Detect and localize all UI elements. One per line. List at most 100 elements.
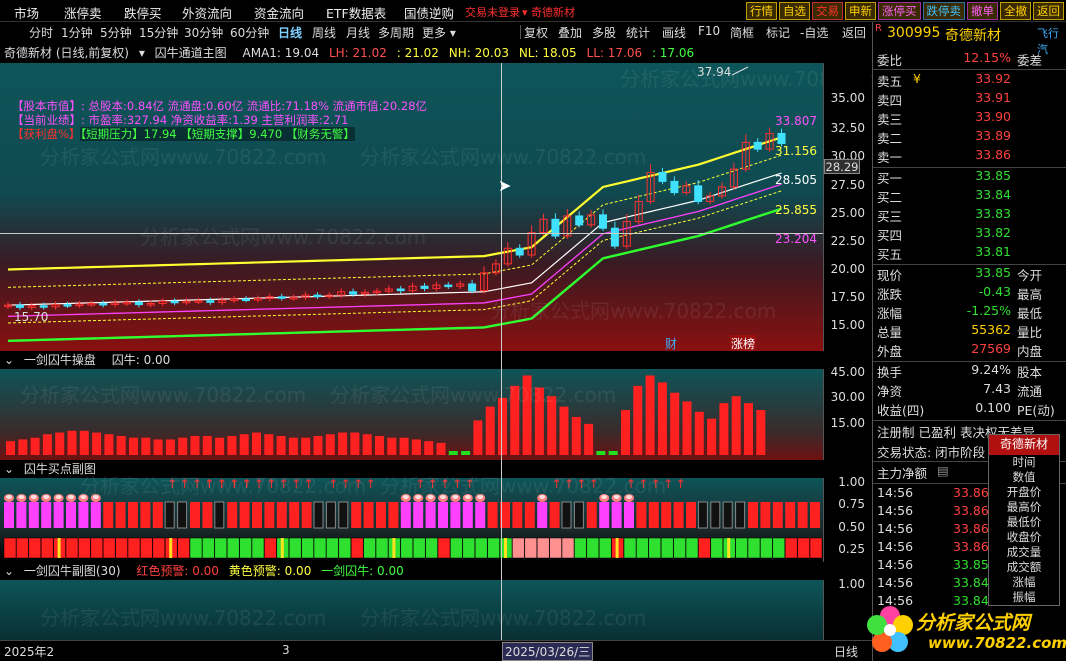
signal-empty [710, 501, 721, 529]
data-window-popup[interactable]: 奇德新材 时间 数值 开盘价 最高价 最低价 收盘价 成交量 成交额 涨幅 振幅 [988, 434, 1060, 606]
btn-ipo[interactable]: 申新 [845, 2, 876, 20]
bid-row[interactable]: 买二 33.84 [877, 187, 1063, 206]
volume-bar [485, 406, 495, 455]
marker-finance[interactable]: 财 [665, 335, 677, 352]
panel2-chart[interactable]: 分析家公式网www.70822.com 分析家公式网www.70822.com [0, 369, 823, 460]
signal-block [673, 502, 684, 528]
volume-bar [375, 435, 384, 455]
ask-row[interactable]: 卖二 33.89 [877, 128, 1063, 147]
panel4-toggle[interactable]: ⌄ 一剑囚牛副图(30) [4, 564, 127, 578]
signal-block [128, 502, 138, 528]
tab-1min[interactable]: 1分钟 [61, 24, 93, 41]
menu-etf-table[interactable]: ETF数据表 [326, 3, 386, 22]
tool-back[interactable]: 返回 [842, 24, 866, 41]
volume-bar [387, 437, 397, 455]
ask-row[interactable]: 卖一 33.86 [877, 147, 1063, 166]
btn-cancel[interactable]: 撤单 [967, 2, 998, 20]
popup-item: 成交额 [1006, 560, 1042, 574]
main-chart[interactable]: 【股本市值】: 总股本:0.84亿 流通盘:0.60亿 流通比:71.18% 流… [0, 63, 906, 352]
tab-30min[interactable]: 30分钟 [184, 24, 223, 41]
signal-block [276, 502, 287, 528]
axis-period[interactable]: 日线 [834, 643, 858, 660]
btn-limit-up-buy[interactable]: 涨停买 [878, 2, 921, 20]
signal-arrow: ↑ [676, 478, 686, 491]
signal-mark [57, 538, 61, 558]
signal-cell [177, 537, 190, 559]
indicator-name[interactable]: ▾ 囚牛通道主图 [139, 46, 233, 60]
popup-item: 最高价 [1006, 500, 1042, 514]
quote-title: R 300995 奇德新材 飞行汽 [875, 22, 1065, 56]
btn-quote[interactable]: 行情 [746, 2, 777, 20]
btn-back[interactable]: 返回 [1033, 2, 1064, 20]
menu-foreign-flow[interactable]: 外资流向 [182, 3, 232, 22]
weibi-value: 12.15% [963, 50, 1011, 65]
cursor-price: 28.29 [824, 159, 860, 174]
menu-limit-down-buy[interactable]: 跌停买 [124, 3, 162, 22]
signal-mark [615, 538, 619, 558]
bid-row[interactable]: 买五 33.81 [877, 244, 1063, 263]
tab-more[interactable]: 更多 ▾ [422, 24, 456, 41]
tab-15min[interactable]: 15分钟 [139, 24, 178, 41]
ask-row[interactable]: 卖五 ¥33.92 [877, 71, 1063, 90]
ask-label: 卖一 [877, 150, 903, 165]
bid-row[interactable]: 买四 33.82 [877, 225, 1063, 244]
panel4-chart[interactable]: 分析家公式网www.70822.com 分析家公式网www.70822.com [0, 580, 823, 640]
tool-adjust[interactable]: 复权 [524, 24, 548, 41]
menu-market[interactable]: 市场 [14, 3, 39, 22]
tool-mark[interactable]: 标记 [766, 24, 790, 41]
tool-overlay[interactable]: 叠加 [558, 24, 582, 41]
candle-body [170, 300, 179, 304]
tab-weekly[interactable]: 周线 [312, 24, 336, 41]
signal-cell [598, 537, 612, 559]
signal-cell [623, 537, 637, 559]
signal-empty [722, 501, 733, 529]
tool-multi-stock[interactable]: 多股 [592, 24, 616, 41]
ask-row[interactable]: 卖三 33.90 [877, 109, 1063, 128]
signal-cell [40, 537, 54, 559]
marker-hot-list[interactable]: 涨榜 [730, 335, 757, 352]
volume-bar [338, 432, 348, 455]
ask-label: 卖五 [877, 74, 903, 89]
volume-bar [399, 437, 409, 455]
tab-5min[interactable]: 5分钟 [100, 24, 132, 41]
popup-title: 奇德新材 [989, 435, 1059, 455]
tab-monthly[interactable]: 月线 [346, 24, 370, 41]
bid-row[interactable]: 买三 33.83 [877, 206, 1063, 225]
chevron-down-icon: ⌄ [4, 564, 18, 578]
nl-value: NL: 18.05 [518, 46, 577, 60]
panel2-toggle[interactable]: ⌄ 一剑囚牛操盘 [4, 353, 102, 367]
volume-bar [239, 434, 249, 455]
btn-trade[interactable]: 交易 [812, 2, 843, 20]
tool-simple-frame[interactable]: 简框 [730, 24, 754, 41]
panel3-chart[interactable]: ↑ ↑ ↑ ↑ ↑ ↑ ↑ ↑ ↑ ↑ ↑ ↑ ↑ ↑ ↑ ↑ ↑ ↑ ↑ ↑ ↑ ↑ ↑ ↑ ↑ ↑ ↑ ↑ ↑ ↑ ↑ ↑ ↑ ↑ 分析家公式… [0, 474, 823, 562]
tick-time: 14:56 [877, 521, 914, 536]
signal-cell [549, 537, 562, 559]
tab-daily[interactable]: 日线 [278, 24, 302, 41]
bid-price: 33.82 [975, 225, 1011, 240]
tool-f10[interactable]: F10 [698, 24, 720, 38]
bid-row[interactable]: 买一 33.85 [877, 168, 1063, 187]
ask-row[interactable]: 卖四 33.91 [877, 90, 1063, 109]
menu-limit-up-sell[interactable]: 涨停卖 [64, 3, 102, 22]
tool-watchlist[interactable]: -自选 [800, 24, 828, 41]
popup-item: 开盘价 [1006, 485, 1042, 499]
menu-fund-flow[interactable]: 资金流向 [254, 3, 304, 22]
stat-value: 33.85 [975, 265, 1011, 280]
list-icon[interactable]: ▤ [937, 463, 949, 478]
tab-60min[interactable]: 60分钟 [230, 24, 269, 41]
btn-limit-down-sell[interactable]: 跌停卖 [922, 2, 965, 20]
candle-body [599, 214, 607, 229]
candle-body [313, 294, 322, 298]
volume-bar [608, 451, 618, 455]
tab-intraday[interactable]: 分时 [29, 24, 53, 41]
volume-bar [252, 432, 261, 455]
tool-draw[interactable]: 画线 [662, 24, 686, 41]
btn-cancel-all[interactable]: 全撤 [1000, 2, 1031, 20]
btn-watchlist[interactable]: 自选 [779, 2, 810, 20]
watermark: 分析家公式网www.70822.com [330, 383, 617, 407]
menu-repo[interactable]: 国债逆购 [404, 3, 454, 22]
info-support-pressure: 【获利盘%】【短期压力】17.94 【短期支撑】9.470 【财务无警】 [12, 126, 355, 142]
tab-multi-period[interactable]: 多周期 [378, 24, 414, 41]
tool-stats[interactable]: 统计 [626, 24, 650, 41]
popup-item: 数值 [1012, 470, 1036, 484]
